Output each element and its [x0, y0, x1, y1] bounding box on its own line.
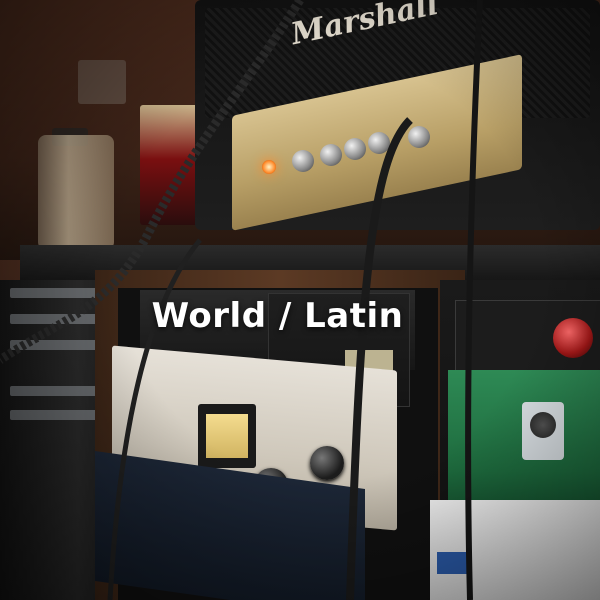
- genre-caption: World / Latin: [151, 296, 404, 336]
- patch-cable: [346, 117, 413, 600]
- patch-cable: [107, 238, 202, 600]
- studio-gear-photo: Marshall World / Latin: [0, 0, 600, 600]
